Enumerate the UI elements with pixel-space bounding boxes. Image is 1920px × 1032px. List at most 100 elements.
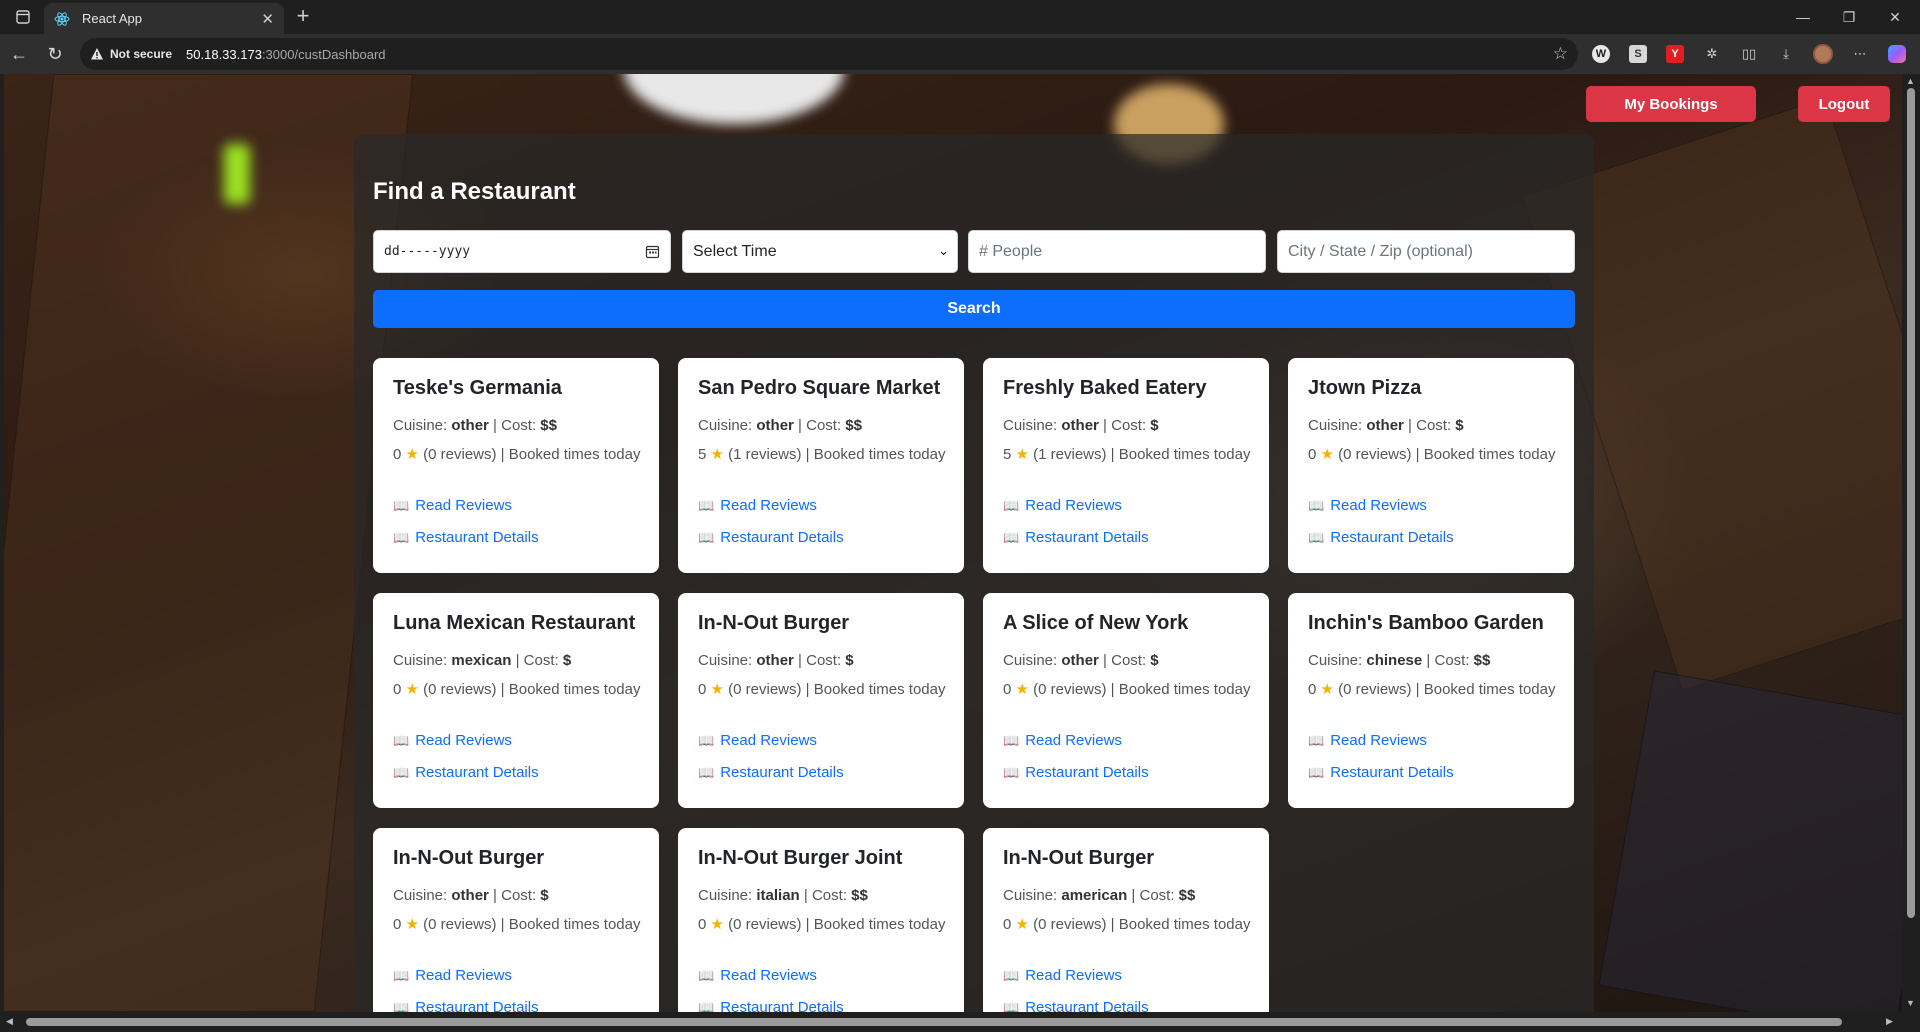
react-logo-icon (54, 11, 70, 26)
book-icon: 📖 (393, 497, 410, 513)
extension-y-icon[interactable]: Y (1664, 43, 1686, 65)
restaurant-details-link[interactable]: 📖 Restaurant Details (1308, 764, 1454, 781)
tab-close-icon[interactable]: ✕ (261, 10, 274, 28)
back-icon[interactable]: ← (4, 40, 34, 68)
scroll-up-icon[interactable]: ▲ (1906, 76, 1915, 86)
restaurant-details-link[interactable]: 📖 Restaurant Details (1003, 529, 1149, 546)
people-input[interactable]: # People (968, 230, 1266, 273)
copilot-icon[interactable] (1886, 43, 1908, 65)
restaurant-card: San Pedro Square Market Cuisine: other | … (678, 358, 964, 573)
read-reviews-label: Read Reviews (720, 732, 817, 749)
book-icon: 📖 (393, 529, 410, 545)
extension-s-icon[interactable]: S (1627, 43, 1649, 65)
review-count: (0 (1033, 681, 1047, 698)
window-close-icon[interactable]: ✕ (1872, 0, 1918, 34)
cost-value: $$ (845, 417, 862, 434)
book-icon: 📖 (393, 967, 410, 983)
date-value: dd-----yyyy (384, 244, 471, 259)
extension-w-icon[interactable]: W (1590, 43, 1612, 65)
restaurant-stats: 0 ★ (0 reviews) | Booked times today (1003, 916, 1253, 934)
read-reviews-link[interactable]: 📖 Read Reviews (1003, 732, 1122, 749)
restaurant-details-link[interactable]: 📖 Restaurant Details (393, 999, 539, 1012)
time-select[interactable]: Select Time ⌄ (682, 230, 958, 273)
rating-value: 0 (393, 916, 402, 933)
horizontal-scroll-thumb[interactable] (26, 1018, 1842, 1026)
read-reviews-link[interactable]: 📖 Read Reviews (393, 967, 512, 984)
read-reviews-link[interactable]: 📖 Read Reviews (393, 497, 512, 514)
restaurant-meta: Cuisine: other | Cost: $$ (698, 417, 862, 434)
restaurant-details-link[interactable]: 📖 Restaurant Details (698, 764, 844, 781)
reload-icon[interactable]: ↻ (40, 40, 70, 68)
date-input[interactable]: dd-----yyyy (373, 230, 671, 273)
vertical-scrollbar[interactable]: ▲ ▼ (1902, 74, 1920, 1032)
restaurant-name: In-N-Out Burger Joint (698, 847, 903, 869)
vertical-scroll-thumb[interactable] (1907, 88, 1915, 918)
scroll-left-icon[interactable]: ◀ (6, 1016, 13, 1027)
scroll-down-icon[interactable]: ▼ (1906, 998, 1915, 1008)
book-icon: 📖 (393, 764, 410, 780)
read-reviews-link[interactable]: 📖 Read Reviews (1003, 497, 1122, 514)
restaurant-card: In-N-Out Burger Cuisine: american | Cost:… (983, 828, 1269, 1012)
restaurant-stats: 5 ★ (1 reviews) | Booked times today (698, 446, 948, 464)
booked-text: reviews) | Booked times today (745, 446, 946, 463)
restaurant-details-link[interactable]: 📖 Restaurant Details (393, 529, 539, 546)
read-reviews-link[interactable]: 📖 Read Reviews (393, 732, 512, 749)
address-bar[interactable]: Not secure 50.18.33.173 :3000/custDashbo… (80, 38, 1578, 70)
read-reviews-link[interactable]: 📖 Read Reviews (698, 497, 817, 514)
book-icon: 📖 (1003, 967, 1020, 983)
calendar-icon[interactable] (645, 244, 660, 259)
minimize-icon[interactable]: — (1780, 0, 1826, 34)
read-reviews-link[interactable]: 📖 Read Reviews (1308, 497, 1427, 514)
search-button[interactable]: Search (373, 290, 1575, 328)
tab-actions-icon[interactable] (0, 0, 46, 34)
browser-tab[interactable]: React App ✕ (44, 3, 284, 34)
downloads-icon[interactable]: ⤓ (1775, 43, 1797, 65)
restaurant-details-link[interactable]: 📖 Restaurant Details (698, 529, 844, 546)
cost-value: $ (562, 652, 572, 669)
background-plate (624, 74, 844, 124)
restaurant-details-link[interactable]: 📖 Restaurant Details (1308, 529, 1454, 546)
restaurant-name: In-N-Out Burger (698, 612, 850, 634)
restaurant-name: A Slice of New York (1003, 612, 1189, 634)
restaurant-stats: 5 ★ (1 reviews) | Booked times today (1003, 446, 1253, 464)
restaurant-meta: Cuisine: mexican | Cost: $ (393, 652, 571, 669)
star-icon: ★ (1015, 916, 1029, 933)
star-icon: ★ (405, 681, 419, 698)
booked-text: reviews) | Booked times today (440, 681, 641, 698)
my-bookings-button[interactable]: My Bookings (1586, 86, 1756, 122)
bookmark-star-icon[interactable]: ☆ (1553, 44, 1568, 64)
book-icon: 📖 (698, 529, 715, 545)
cuisine-value: other (756, 417, 794, 434)
restaurant-details-label: Restaurant Details (1330, 529, 1454, 546)
cost-value: $$ (1178, 887, 1196, 904)
extensions-puzzle-icon[interactable]: ✲ (1701, 43, 1723, 65)
restaurant-card: Jtown Pizza Cuisine: other | Cost: $0 ★ (… (1288, 358, 1574, 573)
profile-avatar[interactable] (1812, 43, 1834, 65)
restore-icon[interactable]: ❐ (1826, 0, 1872, 34)
read-reviews-link[interactable]: 📖 Read Reviews (1308, 732, 1427, 749)
rating-value: 0 (1003, 916, 1012, 933)
book-icon: 📖 (393, 999, 410, 1013)
read-reviews-link[interactable]: 📖 Read Reviews (698, 967, 817, 984)
restaurant-details-link[interactable]: 📖 Restaurant Details (1003, 764, 1149, 781)
cost-label: | Cost: (798, 652, 842, 669)
restaurant-details-link[interactable]: 📖 Restaurant Details (393, 764, 539, 781)
logout-button[interactable]: Logout (1798, 86, 1890, 122)
restaurant-details-label: Restaurant Details (1025, 529, 1149, 546)
location-input[interactable]: City / State / Zip (optional) (1277, 230, 1575, 273)
split-screen-icon[interactable]: ▯▯ (1738, 43, 1760, 65)
new-tab-icon[interactable]: + (290, 4, 316, 30)
more-menu-icon[interactable]: ⋯ (1849, 43, 1871, 65)
cost-label: | Cost: (493, 417, 537, 434)
review-count: (0 (1033, 916, 1047, 933)
read-reviews-link[interactable]: 📖 Read Reviews (698, 732, 817, 749)
cuisine-value: other (451, 417, 489, 434)
restaurant-details-link[interactable]: 📖 Restaurant Details (1003, 999, 1149, 1012)
restaurant-details-link[interactable]: 📖 Restaurant Details (698, 999, 844, 1012)
read-reviews-link[interactable]: 📖 Read Reviews (1003, 967, 1122, 984)
book-icon: 📖 (698, 764, 715, 780)
people-placeholder: # People (979, 242, 1043, 260)
cuisine-value: other (756, 652, 794, 669)
scroll-right-icon[interactable]: ▶ (1886, 1016, 1893, 1027)
horizontal-scrollbar[interactable]: ◀ ▶ (0, 1012, 1902, 1032)
